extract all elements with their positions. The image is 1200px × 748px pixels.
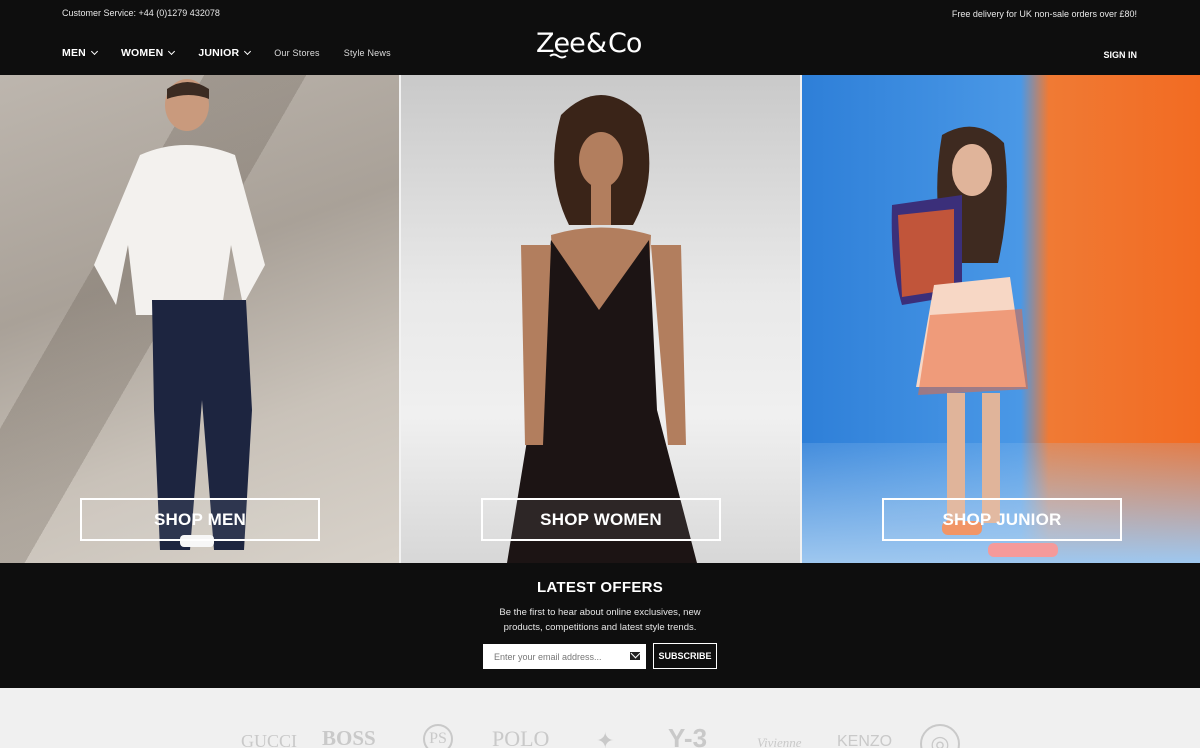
brand-logo[interactable]: KENZO	[837, 734, 892, 748]
site-header: Customer Service: +44 (0)1279 432078 Fre…	[0, 0, 1200, 75]
free-delivery-text: Free delivery for UK non-sale orders ove…	[951, 9, 1137, 19]
nav-item-women[interactable]: WOMEN	[120, 47, 176, 59]
brand-logo[interactable]: POLO	[492, 728, 549, 748]
newsletter-title: LATEST OFFERS	[536, 579, 664, 596]
site-logo[interactable]: Zee & Co	[536, 26, 654, 66]
brand-logo[interactable]: PS	[423, 724, 453, 748]
brand-logo[interactable]: Vivienne	[757, 736, 802, 748]
svg-text:Co: Co	[608, 28, 642, 59]
brand-logo[interactable]: ◎	[920, 724, 960, 748]
panel-men[interactable]: SHOP MEN	[0, 75, 399, 563]
junior-model-image	[891, 126, 1058, 557]
chevron-down-icon	[90, 47, 98, 56]
brand-logo[interactable]: ✦	[596, 730, 614, 748]
women-model-image	[507, 95, 697, 563]
zee-and-co-logo-icon: Zee & Co	[536, 28, 643, 59]
nav-item-our-stores[interactable]: Our Stores	[274, 48, 320, 58]
brand-logo[interactable]: Y-3	[668, 725, 707, 748]
brand-logo[interactable]: BOSS	[322, 728, 376, 748]
main-nav: MEN WOMEN JUNIOR Our Stores Style News	[62, 47, 391, 59]
shop-women-button[interactable]: SHOP WOMEN	[481, 498, 721, 541]
sign-in-link[interactable]: SIGN IN	[1103, 50, 1137, 60]
email-field[interactable]	[494, 651, 619, 662]
panel-women[interactable]: SHOP WOMEN	[401, 75, 800, 563]
svg-text:Zee: Zee	[536, 28, 585, 59]
nav-item-men[interactable]: MEN	[62, 47, 98, 59]
envelope-icon	[630, 652, 640, 660]
men-model-image	[94, 79, 265, 550]
email-field-wrapper	[483, 644, 646, 669]
nav-item-label: JUNIOR	[198, 47, 240, 59]
svg-text:&: &	[586, 28, 607, 59]
nav-item-label: WOMEN	[120, 47, 164, 59]
panel-junior[interactable]: SHOP JUNIOR	[802, 75, 1200, 563]
shop-junior-button[interactable]: SHOP JUNIOR	[882, 498, 1122, 541]
chevron-down-icon	[244, 47, 252, 56]
chevron-down-icon	[168, 47, 176, 56]
newsletter-section: LATEST OFFERS Be the first to hear about…	[0, 563, 1200, 688]
hero-panels: SHOP MEN SHOP WOMEN SHOP JUNIOR	[0, 75, 1200, 563]
nav-item-label: MEN	[62, 47, 86, 59]
brand-logo[interactable]: GUCCI	[241, 732, 297, 748]
customer-service-text: Customer Service: +44 (0)1279 432078	[62, 8, 220, 18]
brands-strip: GUCCI BOSS PS POLO ✦ Y-3 Vivienne KENZO …	[0, 688, 1200, 748]
subscribe-button[interactable]: SUBSCRIBE	[653, 643, 717, 669]
newsletter-description: Be the first to hear about online exclus…	[499, 607, 701, 633]
shop-men-button[interactable]: SHOP MEN	[80, 498, 320, 541]
nav-item-junior[interactable]: JUNIOR	[198, 47, 252, 59]
nav-item-style-news[interactable]: Style News	[344, 48, 391, 58]
